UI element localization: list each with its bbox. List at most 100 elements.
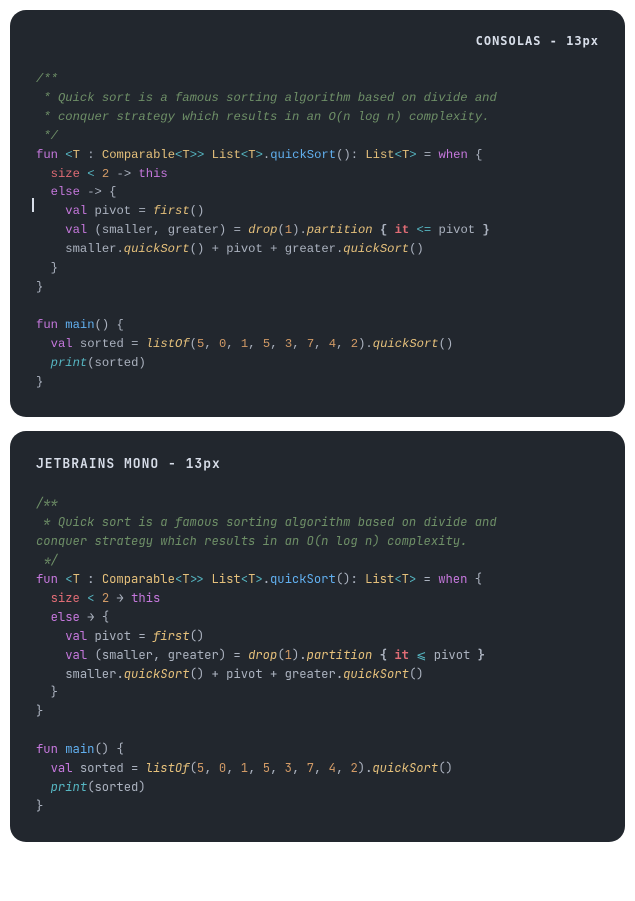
comment-line: * conquer strategy which results in an O…: [36, 110, 489, 124]
brace: {: [380, 223, 387, 237]
dot: .: [299, 223, 306, 237]
colon: :: [80, 571, 102, 587]
brace: }: [51, 684, 58, 700]
indent: [36, 628, 65, 644]
ident-size: size: [51, 167, 80, 181]
comma: ,: [226, 337, 241, 351]
ident-greater: greater: [285, 242, 336, 256]
indent: [36, 261, 51, 275]
parens: (): [190, 666, 205, 682]
op-lt: <: [80, 590, 102, 606]
angle-open: <: [241, 571, 248, 587]
paren: (: [190, 760, 197, 776]
indent: [36, 779, 51, 795]
indent: [36, 666, 65, 682]
parens: (): [409, 242, 424, 256]
comma: ,: [153, 223, 168, 237]
fn-quicksort: quickSort: [270, 148, 336, 162]
parens: (): [190, 242, 205, 256]
ident-pivot: pivot: [226, 666, 263, 682]
brace: {: [380, 647, 387, 663]
parens: (): [439, 337, 454, 351]
paren: (: [95, 223, 102, 237]
comma: ,: [314, 760, 329, 776]
colon: :: [351, 148, 366, 162]
parens: (): [95, 318, 110, 332]
keyword-when: when: [438, 571, 467, 587]
ident-smaller: smaller: [102, 223, 153, 237]
eq: =: [416, 571, 438, 587]
card-title: JETBRAINS MONO - 13px: [36, 455, 599, 472]
ident-pivot: pivot: [434, 647, 471, 663]
angle-close: >: [255, 571, 262, 587]
fn-quicksort: quickSort: [343, 666, 409, 682]
ident-pivot: pivot: [95, 204, 132, 218]
fn-first: first: [153, 204, 190, 218]
fn-quicksort: quickSort: [124, 242, 190, 256]
ident-greater: greater: [285, 666, 336, 682]
ident-sorted: sorted: [80, 760, 124, 776]
dot: .: [116, 242, 123, 256]
fn-quicksort: quickSort: [124, 666, 190, 682]
comma: ,: [314, 337, 329, 351]
comma: ,: [270, 760, 285, 776]
ident-smaller: smaller: [65, 242, 116, 256]
op-plus: +: [204, 242, 226, 256]
fn-quicksort: quickSort: [343, 242, 409, 256]
code-block-jetbrains: /** * Quick sort is a famous sorting alg…: [36, 494, 599, 815]
paren: (: [277, 647, 284, 663]
dot: .: [299, 647, 306, 663]
num: 7: [307, 760, 314, 776]
comment-line: /**: [36, 72, 58, 86]
brace: {: [467, 571, 482, 587]
parens: (): [336, 148, 351, 162]
keyword-val: val: [65, 204, 87, 218]
op-plus: +: [263, 666, 285, 682]
indent: [36, 185, 51, 199]
type-param: T: [182, 148, 189, 162]
comma: ,: [153, 647, 168, 663]
fn-listof: listOf: [146, 337, 190, 351]
ident-size: size: [51, 590, 80, 606]
fn-print: print: [51, 779, 88, 795]
ident-sorted: sorted: [95, 779, 139, 795]
text-cursor: [32, 198, 34, 212]
indent: [36, 356, 51, 370]
fn-main: main: [65, 318, 94, 332]
colon: :: [350, 571, 365, 587]
indent: [36, 684, 51, 700]
brace: {: [116, 741, 123, 757]
eq: =: [124, 337, 146, 351]
angle-open: <: [395, 148, 402, 162]
fn-drop: drop: [248, 223, 277, 237]
fn-quicksort: quickSort: [372, 760, 438, 776]
dot: .: [116, 666, 123, 682]
parens: (): [190, 204, 205, 218]
arrow: ->: [80, 185, 109, 199]
indent: [36, 204, 65, 218]
ident-sorted: sorted: [95, 356, 139, 370]
indent: [36, 242, 65, 256]
arrow-ligature: →: [80, 609, 102, 625]
paren: (: [190, 337, 197, 351]
ident-it: it: [394, 647, 409, 663]
type-list: List: [365, 571, 394, 587]
angle-open: <: [394, 571, 401, 587]
fn-main: main: [65, 741, 94, 757]
indent: [36, 337, 51, 351]
fn-partition: partition: [307, 647, 373, 663]
num: 4: [329, 760, 336, 776]
brace: {: [117, 318, 124, 332]
brace: {: [109, 185, 116, 199]
card-title: CONSOLAS - 13px: [36, 34, 599, 48]
eq: =: [131, 204, 153, 218]
num: 1: [285, 647, 292, 663]
keyword-val: val: [65, 647, 87, 663]
comma: ,: [292, 760, 307, 776]
paren: (: [87, 356, 94, 370]
brace: }: [36, 280, 43, 294]
comment-line: * Quick sort is a famous sorting algorit…: [36, 514, 497, 530]
indent: [36, 590, 51, 606]
code-card-consolas: CONSOLAS - 13px /** * Quick sort is a fa…: [10, 10, 625, 417]
type-param: T: [182, 571, 189, 587]
